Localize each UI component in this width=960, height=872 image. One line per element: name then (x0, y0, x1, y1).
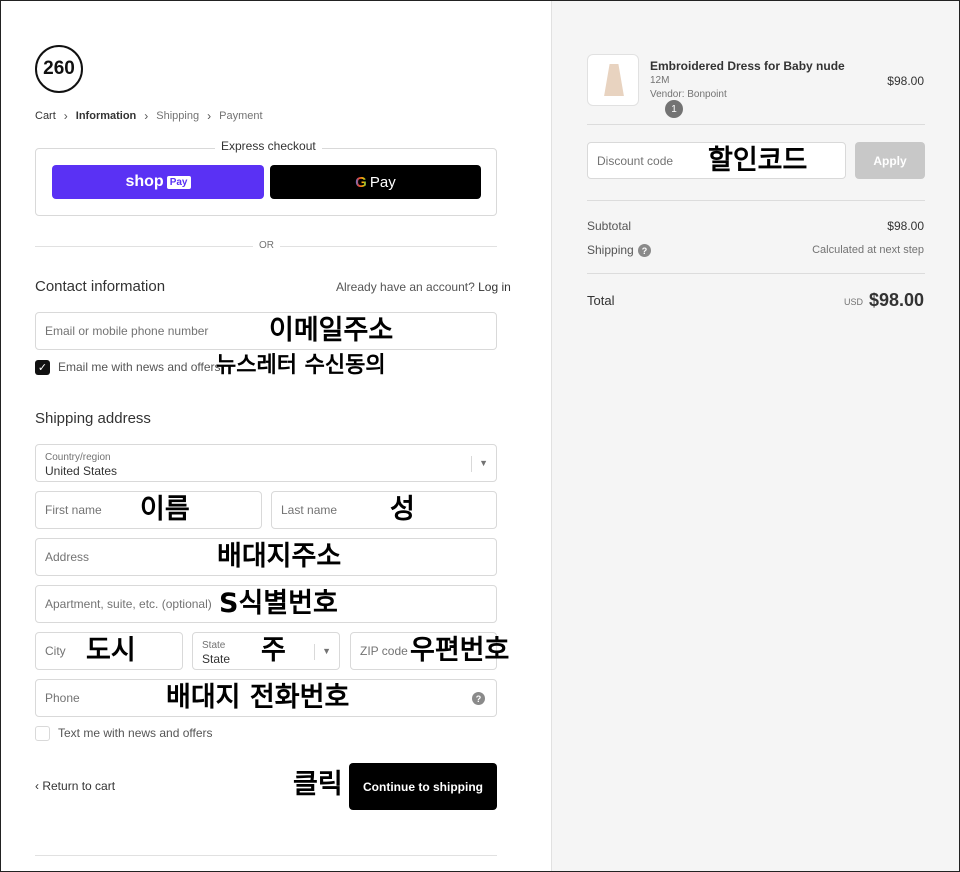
email-news-checkbox[interactable]: ✓ (35, 360, 50, 375)
sms-news-label: Text me with news and offers (58, 726, 213, 740)
shipping-section-title: Shipping address (35, 410, 151, 427)
login-link[interactable]: Log in (478, 280, 511, 294)
chevron-down-icon: ▼ (479, 458, 488, 468)
return-to-cart-label: Return to cart (42, 779, 116, 793)
google-g-icon: G (355, 173, 367, 191)
sms-news-checkbox[interactable] (35, 726, 50, 741)
google-pay-button[interactable]: G Pay (270, 165, 481, 199)
annotation-address: 배대지주소 (217, 541, 342, 572)
breadcrumb-shipping: Shipping (156, 110, 200, 122)
breadcrumb-payment: Payment (219, 110, 263, 122)
store-logo[interactable]: 260 (35, 45, 83, 93)
chevron-down-icon: ▼ (322, 646, 331, 656)
breadcrumb: Cart › Information › Shipping › Payment (35, 109, 263, 123)
state-label: State (202, 640, 226, 651)
summary-divider (587, 200, 925, 201)
product-thumbnail: 1 (587, 54, 683, 118)
chevron-right-icon: › (63, 109, 68, 123)
chevron-left-icon: ‹ (35, 779, 39, 793)
account-prompt: Already have an account? Log in (336, 280, 511, 294)
order-summary-panel: 1 Embroidered Dress for Baby nude 12M Ve… (551, 1, 959, 871)
annotation-news: 뉴스레터 수신동의 (216, 353, 386, 378)
email-field[interactable]: Email or mobile phone number (35, 312, 497, 350)
annotation-first-name: 이름 (140, 494, 190, 525)
email-placeholder: Email or mobile phone number (45, 324, 209, 338)
shop-pay-button[interactable]: shop Pay (52, 165, 264, 199)
total-currency: USD (844, 297, 864, 307)
breadcrumb-cart[interactable]: Cart (35, 110, 56, 122)
return-to-cart-link[interactable]: ‹ Return to cart (35, 779, 115, 793)
annotation-email: 이메일주소 (269, 315, 394, 346)
apply-discount-button[interactable]: Apply (855, 142, 925, 179)
shop-pay-badge: Pay (166, 175, 191, 189)
state-value: State (202, 652, 231, 666)
express-checkout-title: Express checkout (215, 139, 322, 153)
country-select[interactable]: Country/region United States ▼ (35, 444, 497, 482)
last-name-placeholder: Last name (281, 503, 338, 517)
country-label: Country/region (45, 452, 111, 463)
address-placeholder: Address (45, 550, 90, 564)
annotation-discount: 할인코드 (708, 145, 808, 176)
checkout-window: 260 Cart › Information › Shipping › Paym… (0, 0, 960, 872)
summary-divider (587, 273, 925, 274)
shipping-value: Calculated at next step (812, 244, 924, 256)
annotation-city: 도시 (86, 635, 136, 666)
help-icon[interactable]: ? (472, 692, 485, 705)
breadcrumb-information: Information (75, 110, 137, 122)
apartment-placeholder: Apartment, suite, etc. (optional) (45, 597, 212, 611)
continue-to-shipping-button[interactable]: Continue to shipping (349, 763, 497, 810)
summary-divider (587, 124, 925, 125)
annotation-state: 주 (261, 635, 286, 666)
item-vendor: Vendor: Bonpoint (650, 89, 727, 100)
discount-placeholder: Discount code (597, 153, 674, 168)
google-pay-label: Pay (369, 173, 396, 191)
total-label: Total (587, 293, 615, 308)
check-icon: ✓ (37, 362, 48, 374)
phone-placeholder: Phone (45, 691, 80, 705)
shipping-label: Shipping (587, 243, 634, 257)
help-icon[interactable]: ? (638, 244, 651, 257)
item-size: 12M (650, 75, 670, 86)
last-name-field[interactable]: Last name (271, 491, 497, 529)
select-divider (471, 456, 472, 472)
contact-section-title: Contact information (35, 278, 166, 295)
shop-pay-wordmark: shop (125, 173, 164, 190)
quantity-badge: 1 (665, 100, 683, 118)
annotation-apartment: S식별번호 (219, 588, 338, 619)
subtotal-value: $98.00 (887, 219, 924, 233)
or-text: OR (253, 240, 280, 251)
account-prompt-text: Already have an account? (336, 280, 475, 294)
annotation-zip: 우편번호 (410, 635, 510, 666)
item-name: Embroidered Dress for Baby nude (650, 59, 845, 73)
checkout-main-panel: 260 Cart › Information › Shipping › Paym… (1, 1, 551, 871)
email-news-label: Email me with news and offers (58, 360, 221, 374)
annotation-click: 클릭 (293, 769, 343, 800)
zip-placeholder: ZIP code (360, 644, 408, 658)
subtotal-label: Subtotal (587, 219, 632, 233)
logo-text: 260 (43, 58, 75, 79)
select-divider (314, 644, 315, 660)
chevron-right-icon: › (144, 109, 149, 123)
total-value: $98.00 (868, 290, 924, 310)
country-value: United States (45, 464, 118, 478)
first-name-placeholder: First name (45, 503, 102, 517)
footer-divider (35, 855, 497, 856)
dress-image (604, 64, 624, 96)
chevron-right-icon: › (207, 109, 212, 123)
annotation-phone: 배대지 전화번호 (166, 682, 350, 713)
annotation-last-name: 성 (390, 494, 415, 525)
city-placeholder: City (45, 644, 66, 658)
item-price: $98.00 (887, 74, 924, 88)
